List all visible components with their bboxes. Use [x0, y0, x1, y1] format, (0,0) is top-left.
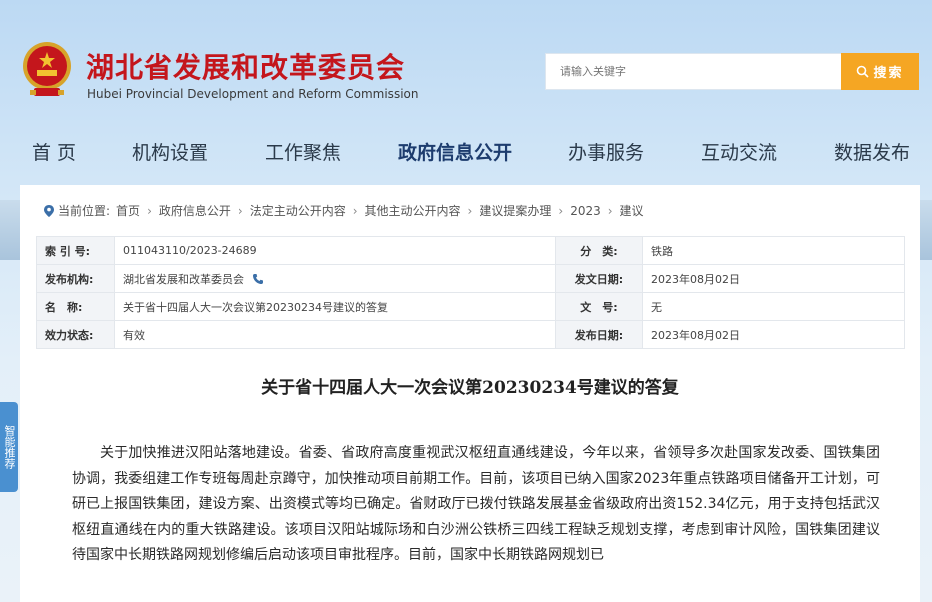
site-title: 湖北省发展和改革委员会	[86, 51, 406, 84]
site-header: 湖北省发展和改革委员会 Hubei Provincial Development…	[0, 0, 932, 130]
main-nav: 首 页 机构设置 工作聚焦 政府信息公开 办事服务 互动交流 数据发布	[0, 138, 932, 174]
search-icon	[857, 65, 870, 78]
breadcrumb-other[interactable]: 其他主动公开内容	[365, 202, 461, 219]
meta-label: 发布机构:	[36, 264, 115, 293]
meta-value-publisher: 湖北省发展和改革委员会	[114, 264, 556, 293]
nav-gov-info-disclosure[interactable]: 政府信息公开	[398, 138, 512, 165]
smart-recommend-tab[interactable]: 智能推荐	[0, 402, 18, 492]
table-row: 索 引 号: 011043110/2023-24689 分 类: 铁路	[36, 236, 905, 265]
site-subtitle: Hubei Provincial Development and Reform …	[87, 87, 419, 101]
nav-services[interactable]: 办事服务	[568, 138, 644, 165]
meta-value: 2023年08月02日	[642, 264, 905, 293]
nav-home[interactable]: 首 页	[32, 138, 76, 165]
meta-value: 有效	[114, 320, 556, 349]
phone-icon[interactable]	[252, 273, 264, 285]
nav-work-focus[interactable]: 工作聚焦	[265, 138, 341, 165]
table-row: 效力状态: 有效 发布日期: 2023年08月02日	[36, 320, 905, 349]
table-row: 名 称: 关于省十四届人大一次会议第20230234号建议的答复 文 号: 无	[36, 292, 905, 321]
chevron-right-icon: ›	[467, 203, 473, 218]
chevron-right-icon: ›	[237, 203, 243, 218]
meta-label: 发布日期:	[555, 320, 643, 349]
search-input[interactable]	[545, 53, 841, 90]
document-metadata-table: 索 引 号: 011043110/2023-24689 分 类: 铁路 发布机构…	[36, 236, 905, 349]
breadcrumb-suggestions[interactable]: 建议	[620, 202, 644, 219]
meta-label: 发文日期:	[555, 264, 643, 293]
meta-label: 文 号:	[555, 292, 643, 321]
nav-data-release[interactable]: 数据发布	[834, 138, 910, 165]
breadcrumb: 当前位置: 首页 › 政府信息公开 › 法定主动公开内容 › 其他主动公开内容 …	[44, 202, 644, 219]
breadcrumb-year[interactable]: 2023	[570, 204, 601, 218]
meta-value: 铁路	[642, 236, 905, 265]
location-pin-icon	[44, 204, 54, 217]
table-row: 发布机构: 湖北省发展和改革委员会 发文日期: 2023年08月02日	[36, 264, 905, 293]
breadcrumb-gov-info[interactable]: 政府信息公开	[159, 202, 231, 219]
meta-label: 效力状态:	[36, 320, 115, 349]
chevron-right-icon: ›	[352, 203, 358, 218]
breadcrumb-home[interactable]: 首页	[116, 202, 140, 219]
meta-label: 索 引 号:	[36, 236, 115, 265]
meta-value: 关于省十四届人大一次会议第20230234号建议的答复	[114, 292, 556, 321]
meta-value: 湖北省发展和改革委员会	[123, 272, 244, 286]
background-scenery-right	[920, 200, 932, 260]
meta-value: 无	[642, 292, 905, 321]
meta-value: 011043110/2023-24689	[114, 236, 556, 265]
nav-organization[interactable]: 机构设置	[132, 138, 208, 165]
search-button-label: 搜索	[873, 65, 904, 80]
meta-value: 2023年08月02日	[642, 320, 905, 349]
chevron-right-icon: ›	[607, 203, 613, 218]
document-body-paragraph: 关于加快推进汉阳站落地建设。省委、省政府高度重视武汉枢纽直通线建设，今年以来，省…	[72, 445, 880, 564]
nav-interaction[interactable]: 互动交流	[701, 138, 777, 165]
chevron-right-icon: ›	[147, 203, 152, 218]
breadcrumb-statutory[interactable]: 法定主动公开内容	[250, 202, 346, 219]
document-title: 关于省十四届人大一次会议第20230234号建议的答复	[261, 378, 679, 398]
national-emblem-icon	[23, 42, 71, 96]
content-panel: 当前位置: 首页 › 政府信息公开 › 法定主动公开内容 › 其他主动公开内容 …	[20, 185, 920, 602]
breadcrumb-prefix: 当前位置:	[58, 204, 111, 218]
chevron-right-icon: ›	[558, 203, 564, 218]
background-scenery	[0, 200, 20, 260]
breadcrumb-proposals[interactable]: 建议提案办理	[479, 202, 551, 219]
search-button[interactable]: 搜索	[841, 53, 919, 90]
meta-label: 名 称:	[36, 292, 115, 321]
meta-label: 分 类:	[555, 236, 643, 265]
